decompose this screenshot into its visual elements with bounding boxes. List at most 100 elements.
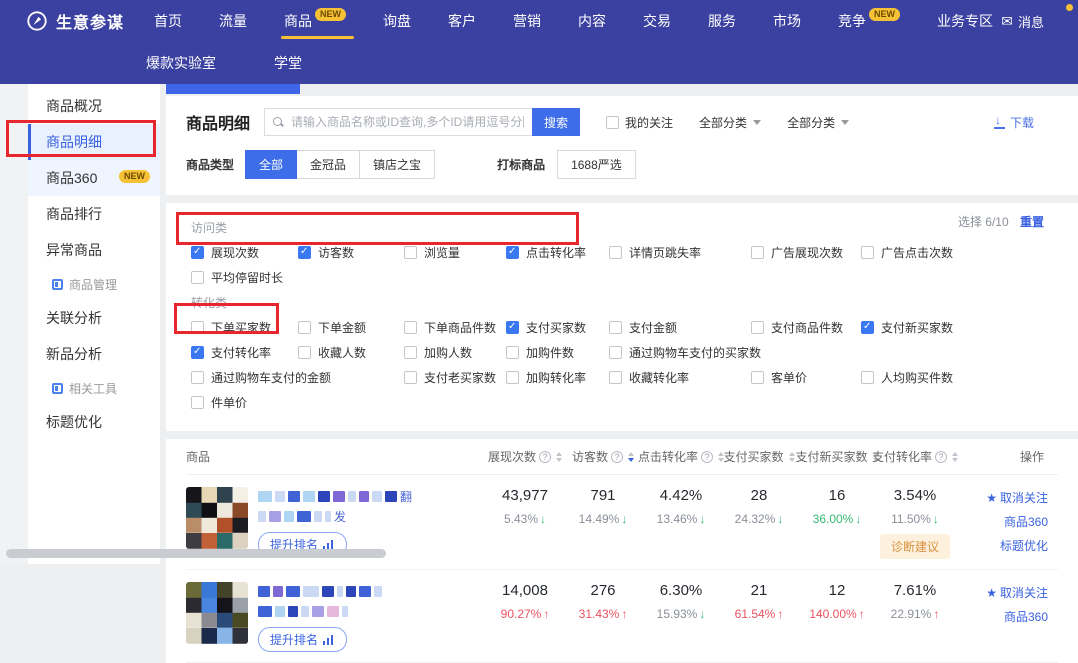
- checkbox-icon[interactable]: [609, 371, 622, 384]
- nav-item-transactions[interactable]: 交易: [643, 0, 671, 42]
- sidebar-item-product-360[interactable]: 商品360NEW: [28, 160, 160, 196]
- reset-button[interactable]: 重置: [1020, 215, 1044, 229]
- checkbox-icon[interactable]: [609, 321, 622, 334]
- search-button[interactable]: 搜索: [532, 108, 580, 136]
- metric-checkbox-item[interactable]: 人均购买件数: [861, 369, 1078, 386]
- checkbox-icon[interactable]: [191, 346, 204, 359]
- product-title-redacted[interactable]: 翻: [258, 489, 412, 503]
- column-header-new-paying-buyers[interactable]: 支付新买家数: [798, 448, 876, 465]
- checkbox-icon[interactable]: [751, 246, 764, 259]
- sidebar-item-product-ranking[interactable]: 商品排行: [28, 196, 160, 232]
- column-header-impressions[interactable]: 展现次数: [486, 448, 564, 465]
- product-360-link[interactable]: 商品360: [1004, 513, 1048, 530]
- column-header-visitors[interactable]: 访客数: [564, 448, 642, 465]
- metric-checkbox-item[interactable]: 下单买家数: [191, 319, 298, 336]
- title-optimize-link[interactable]: 标题优化: [1000, 537, 1048, 554]
- checkbox-icon[interactable]: [191, 396, 204, 409]
- sort-icon[interactable]: [789, 452, 795, 462]
- nav-item-traffic[interactable]: 流量: [219, 0, 247, 42]
- subnav-hot-lab[interactable]: 爆款实验室: [146, 53, 216, 73]
- metric-checkbox-item[interactable]: 支付转化率: [191, 344, 298, 361]
- nav-item-products[interactable]: 商品NEW: [284, 0, 346, 42]
- metric-checkbox-item[interactable]: 支付商品件数: [751, 319, 861, 336]
- checkbox-icon[interactable]: [404, 321, 417, 334]
- metric-checkbox-item[interactable]: 通过购物车支付的金额: [191, 369, 404, 386]
- sidebar-item-product-management[interactable]: 商品管理: [28, 268, 160, 300]
- checkbox-icon[interactable]: [191, 371, 204, 384]
- checkbox-icon[interactable]: [298, 321, 311, 334]
- metric-checkbox-item[interactable]: 支付金额: [609, 319, 751, 336]
- checkbox-icon[interactable]: [861, 371, 874, 384]
- sidebar-item-association-analysis[interactable]: 关联分析: [28, 300, 160, 336]
- checkbox-icon[interactable]: [751, 321, 764, 334]
- metric-checkbox-item[interactable]: 浏览量: [404, 244, 506, 261]
- checkbox-icon[interactable]: [298, 346, 311, 359]
- checkbox-icon[interactable]: [506, 346, 519, 359]
- unfollow-link[interactable]: 取消关注: [986, 489, 1048, 506]
- checkbox-icon[interactable]: [404, 371, 417, 384]
- sidebar-item-related-tools[interactable]: 相关工具: [28, 372, 160, 404]
- checkbox-icon[interactable]: [191, 321, 204, 334]
- metric-checkbox-item[interactable]: 广告点击次数: [861, 244, 1078, 261]
- sidebar-item-new-product-analysis[interactable]: 新品分析: [28, 336, 160, 372]
- nav-item-home[interactable]: 首页: [154, 0, 182, 42]
- brand[interactable]: 生意参谋: [26, 9, 144, 33]
- category-select-1[interactable]: 全部分类: [699, 114, 761, 131]
- checkbox-icon[interactable]: [861, 321, 874, 334]
- metric-checkbox-item[interactable]: 下单商品件数: [404, 319, 506, 336]
- boost-ranking-button[interactable]: 提升排名: [258, 627, 347, 652]
- checkbox-icon[interactable]: [506, 321, 519, 334]
- product-title-redacted-line2[interactable]: 发: [258, 509, 412, 523]
- my-follow-filter[interactable]: 我的关注: [606, 114, 673, 131]
- metric-checkbox-item[interactable]: 广告展现次数: [751, 244, 861, 261]
- metric-checkbox-item[interactable]: 支付新买家数: [861, 319, 1078, 336]
- nav-item-services[interactable]: 服务: [708, 0, 736, 42]
- metric-checkbox-item[interactable]: 收藏人数: [298, 344, 404, 361]
- subnav-school[interactable]: 学堂: [274, 53, 302, 73]
- checkbox-icon[interactable]: [191, 246, 204, 259]
- checkbox-icon[interactable]: [506, 246, 519, 259]
- checkbox-icon[interactable]: [506, 371, 519, 384]
- checkbox-icon[interactable]: [404, 246, 417, 259]
- tag-option-1688-selected[interactable]: 1688严选: [557, 150, 636, 179]
- metric-checkbox-item[interactable]: 客单价: [751, 369, 861, 386]
- product-title-redacted[interactable]: [258, 584, 382, 598]
- column-header-click-rate[interactable]: 点击转化率: [642, 448, 720, 465]
- metric-checkbox-item[interactable]: 详情页跳失率: [609, 244, 751, 261]
- product-title-redacted-line2[interactable]: [258, 604, 382, 618]
- metric-checkbox-item[interactable]: 支付老买家数: [404, 369, 506, 386]
- metric-checkbox-item[interactable]: 下单金额: [298, 319, 404, 336]
- metric-checkbox-item[interactable]: 件单价: [191, 394, 298, 411]
- nav-item-business-zone[interactable]: 业务专区: [937, 0, 993, 42]
- unfollow-link[interactable]: 取消关注: [986, 584, 1048, 601]
- messages-entry[interactable]: 消息: [1001, 12, 1044, 31]
- horizontal-scrollbar[interactable]: [6, 549, 386, 558]
- metric-checkbox-item[interactable]: 通过购物车支付的买家数: [609, 344, 1078, 361]
- product-thumbnail[interactable]: [186, 487, 248, 549]
- checkbox-icon[interactable]: [606, 116, 619, 129]
- checkbox-icon[interactable]: [298, 246, 311, 259]
- sidebar-item-product-details[interactable]: 商品明细: [28, 124, 160, 160]
- search-input[interactable]: [264, 108, 532, 136]
- checkbox-icon[interactable]: [404, 346, 417, 359]
- sidebar-item-abnormal-products[interactable]: 异常商品: [28, 232, 160, 268]
- column-header-paying-buyers[interactable]: 支付买家数: [720, 448, 798, 465]
- product-thumbnail[interactable]: [186, 582, 248, 644]
- metric-checkbox-item[interactable]: 点击转化率: [506, 244, 609, 261]
- type-option-all[interactable]: 全部: [245, 150, 297, 179]
- type-option-store-treasure[interactable]: 镇店之宝: [359, 150, 435, 179]
- metric-checkbox-item[interactable]: 加购转化率: [506, 369, 609, 386]
- metric-checkbox-item[interactable]: 收藏转化率: [609, 369, 751, 386]
- checkbox-icon[interactable]: [609, 246, 622, 259]
- product-360-link[interactable]: 商品360: [1004, 608, 1048, 625]
- nav-item-competition[interactable]: 竞争NEW: [838, 0, 900, 42]
- category-select-2[interactable]: 全部分类: [787, 114, 849, 131]
- metric-checkbox-item[interactable]: 展现次数: [191, 244, 298, 261]
- metric-checkbox-item[interactable]: 访客数: [298, 244, 404, 261]
- metric-checkbox-item[interactable]: 支付买家数: [506, 319, 609, 336]
- download-link[interactable]: 下载: [994, 114, 1034, 131]
- nav-item-customers[interactable]: 客户: [448, 0, 476, 42]
- nav-item-inquiries[interactable]: 询盘: [383, 0, 411, 42]
- checkbox-icon[interactable]: [191, 271, 204, 284]
- diagnose-suggestion-button[interactable]: 诊断建议: [880, 534, 950, 559]
